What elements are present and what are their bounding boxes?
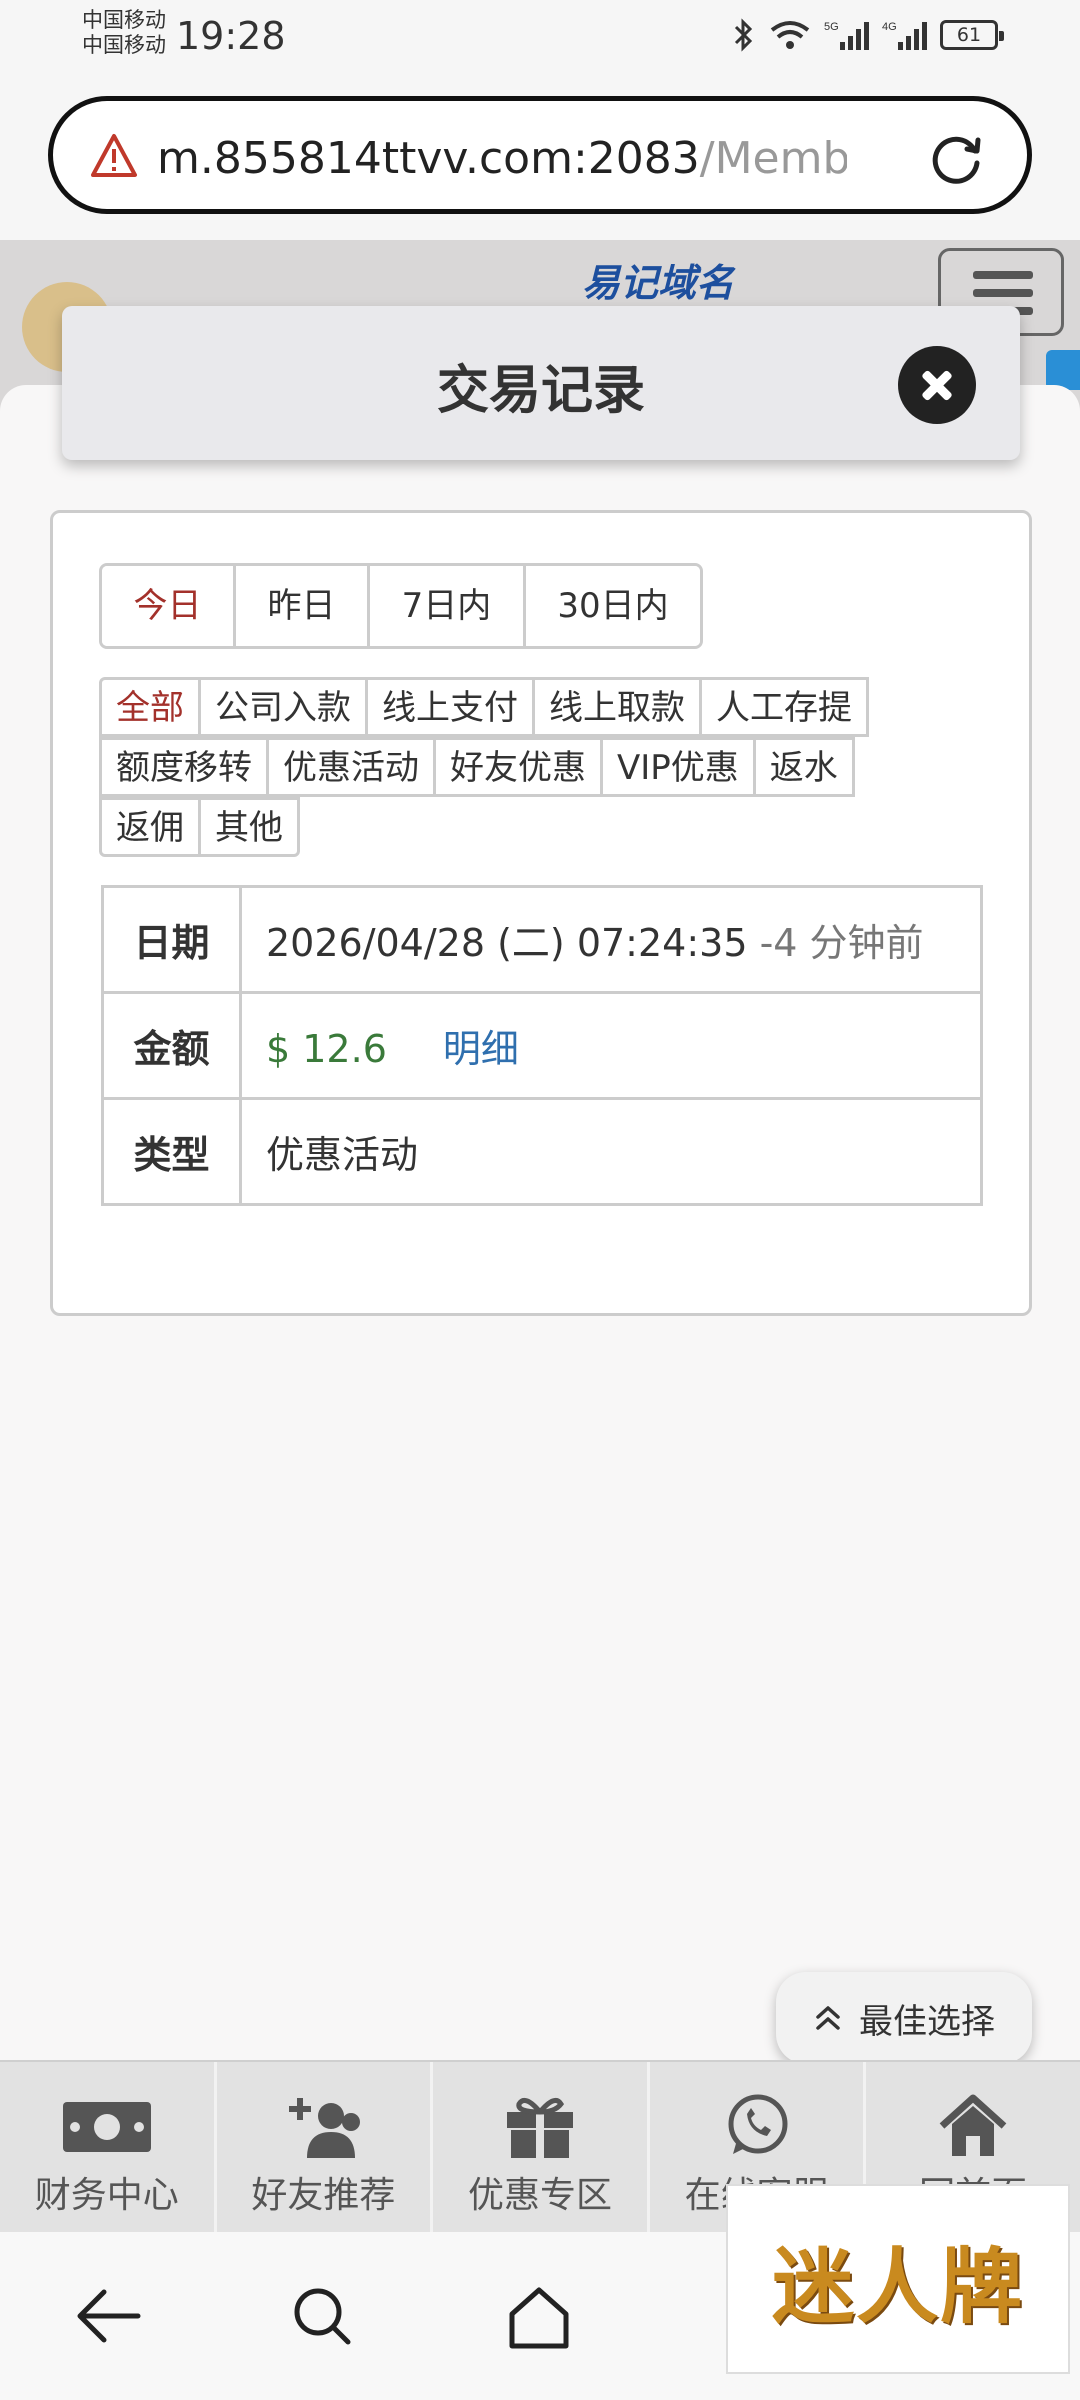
reload-icon[interactable]: [927, 129, 987, 189]
filter-friend-bonus[interactable]: 好友优惠: [433, 737, 603, 797]
nav-friend-referral[interactable]: 好友推荐: [217, 2062, 434, 2232]
tab-30-days[interactable]: 30日内: [526, 566, 700, 646]
filter-credit-transfer[interactable]: 额度移转: [99, 737, 269, 797]
browser-toolbar: m.855814ttvv.com:2083/Member(: [0, 76, 1080, 240]
transaction-panel: 今日 昨日 7日内 30日内 全部 公司入款 线上支付 线上取款 人工存提 额度…: [50, 510, 1032, 1316]
filter-online-withdrawal[interactable]: 线上取款: [532, 677, 702, 737]
watermark-text: 迷人牌: [771, 2238, 1024, 2335]
url-path: /Member(: [699, 133, 847, 184]
date-label: 日期: [101, 885, 242, 994]
filter-company-deposit[interactable]: 公司入款: [198, 677, 368, 737]
type-label: 类型: [101, 1097, 242, 1206]
signal-4g-icon: 4G: [882, 21, 927, 50]
carrier-1: 中国移动: [82, 8, 166, 32]
tab-yesterday[interactable]: 昨日: [236, 566, 370, 646]
nav-finance-center[interactable]: 财务中心: [0, 2062, 217, 2232]
bluetooth-icon: [734, 18, 753, 52]
address-bar[interactable]: m.855814ttvv.com:2083/Member(: [48, 96, 1032, 214]
status-bar: 中国移动 中国移动 19:28 5G 4G 61: [0, 0, 1080, 76]
amount-value: $ 12.6: [266, 1027, 387, 1071]
url-host: m.855814ttvv.com:2083: [157, 133, 700, 184]
best-choice-button[interactable]: 最佳选择: [776, 1972, 1032, 2064]
table-row: 类型 优惠活动: [101, 1097, 983, 1206]
chevron-up-double-icon: [816, 2006, 840, 2030]
wifi-icon: [770, 21, 810, 49]
tab-today[interactable]: 今日: [102, 566, 236, 646]
table-row: 金额 $ 12.6 明细: [101, 991, 983, 1100]
filter-commission[interactable]: 返佣: [99, 797, 201, 857]
side-tab[interactable]: [1046, 350, 1080, 390]
battery-indicator: 61: [940, 20, 1004, 50]
carrier-2: 中国移动: [82, 33, 166, 57]
date-value: 2026/04/28 (二) 07:24:35: [266, 921, 748, 965]
type-filters: 全部 公司入款 线上支付 线上取款 人工存提 额度移转 优惠活动 好友优惠 VI…: [99, 677, 989, 857]
warning-icon[interactable]: [89, 131, 139, 181]
signal-5g-icon: 5G: [824, 21, 869, 50]
best-choice-label: 最佳选择: [859, 2001, 995, 2042]
amount-label: 金额: [101, 991, 242, 1100]
svg-text:5G: 5G: [824, 21, 839, 33]
date-range-tabs: 今日 昨日 7日内 30日内: [99, 563, 703, 649]
nav-promotions[interactable]: 优惠专区: [433, 2062, 650, 2232]
date-ago: -4 分钟前: [759, 921, 924, 965]
filter-manual-deposit-withdrawal[interactable]: 人工存提: [699, 677, 869, 737]
status-icons: 5G 4G 61: [732, 18, 1004, 52]
home-nav-icon[interactable]: [506, 2284, 572, 2350]
detail-link[interactable]: 明细: [443, 1027, 519, 1071]
filter-online-payment[interactable]: 线上支付: [365, 677, 535, 737]
filter-vip-bonus[interactable]: VIP优惠: [600, 737, 756, 797]
amount-cell: $ 12.6 明细: [239, 991, 983, 1100]
modal-title: 交易记录: [436, 361, 645, 421]
type-filter-row: 额度移转 优惠活动 好友优惠 VIP优惠 返水: [99, 737, 989, 797]
type-filter-row: 全部 公司入款 线上支付 线上取款 人工存提: [99, 677, 989, 737]
carrier-labels: 中国移动 中国移动: [82, 8, 166, 58]
watermark-logo: 迷人牌: [726, 2184, 1070, 2374]
tab-7-days[interactable]: 7日内: [370, 566, 526, 646]
money-icon: [62, 2102, 151, 2152]
type-filter-row: 返佣 其他: [99, 797, 989, 857]
site-tagline: 易记域名: [582, 261, 735, 305]
modal-header: 交易记录: [62, 306, 1020, 460]
table-row: 日期 2026/04/28 (二) 07:24:35 -4 分钟前: [101, 885, 983, 994]
svg-text:4G: 4G: [882, 21, 897, 33]
date-cell: 2026/04/28 (二) 07:24:35 -4 分钟前: [239, 885, 983, 994]
transaction-record: 日期 2026/04/28 (二) 07:24:35 -4 分钟前 金额 $ 1…: [101, 885, 983, 1206]
filter-promotion[interactable]: 优惠活动: [266, 737, 436, 797]
add-user-icon: [289, 2098, 361, 2158]
search-icon[interactable]: [290, 2284, 354, 2348]
home-icon: [939, 2094, 1007, 2156]
nav-label: 优惠专区: [467, 2175, 612, 2216]
close-icon[interactable]: [898, 346, 976, 424]
clock: 19:28: [176, 14, 286, 58]
nav-label: 财务中心: [34, 2175, 179, 2216]
whatsapp-icon: [728, 2094, 788, 2154]
type-value: 优惠活动: [239, 1097, 983, 1206]
gift-icon: [506, 2097, 573, 2158]
filter-rebate[interactable]: 返水: [752, 737, 855, 797]
filter-other[interactable]: 其他: [198, 797, 300, 857]
url-text[interactable]: m.855814ttvv.com:2083/Member(: [157, 133, 847, 184]
nav-label: 好友推荐: [251, 2175, 396, 2216]
filter-all[interactable]: 全部: [99, 677, 201, 737]
back-icon[interactable]: [74, 2284, 144, 2348]
